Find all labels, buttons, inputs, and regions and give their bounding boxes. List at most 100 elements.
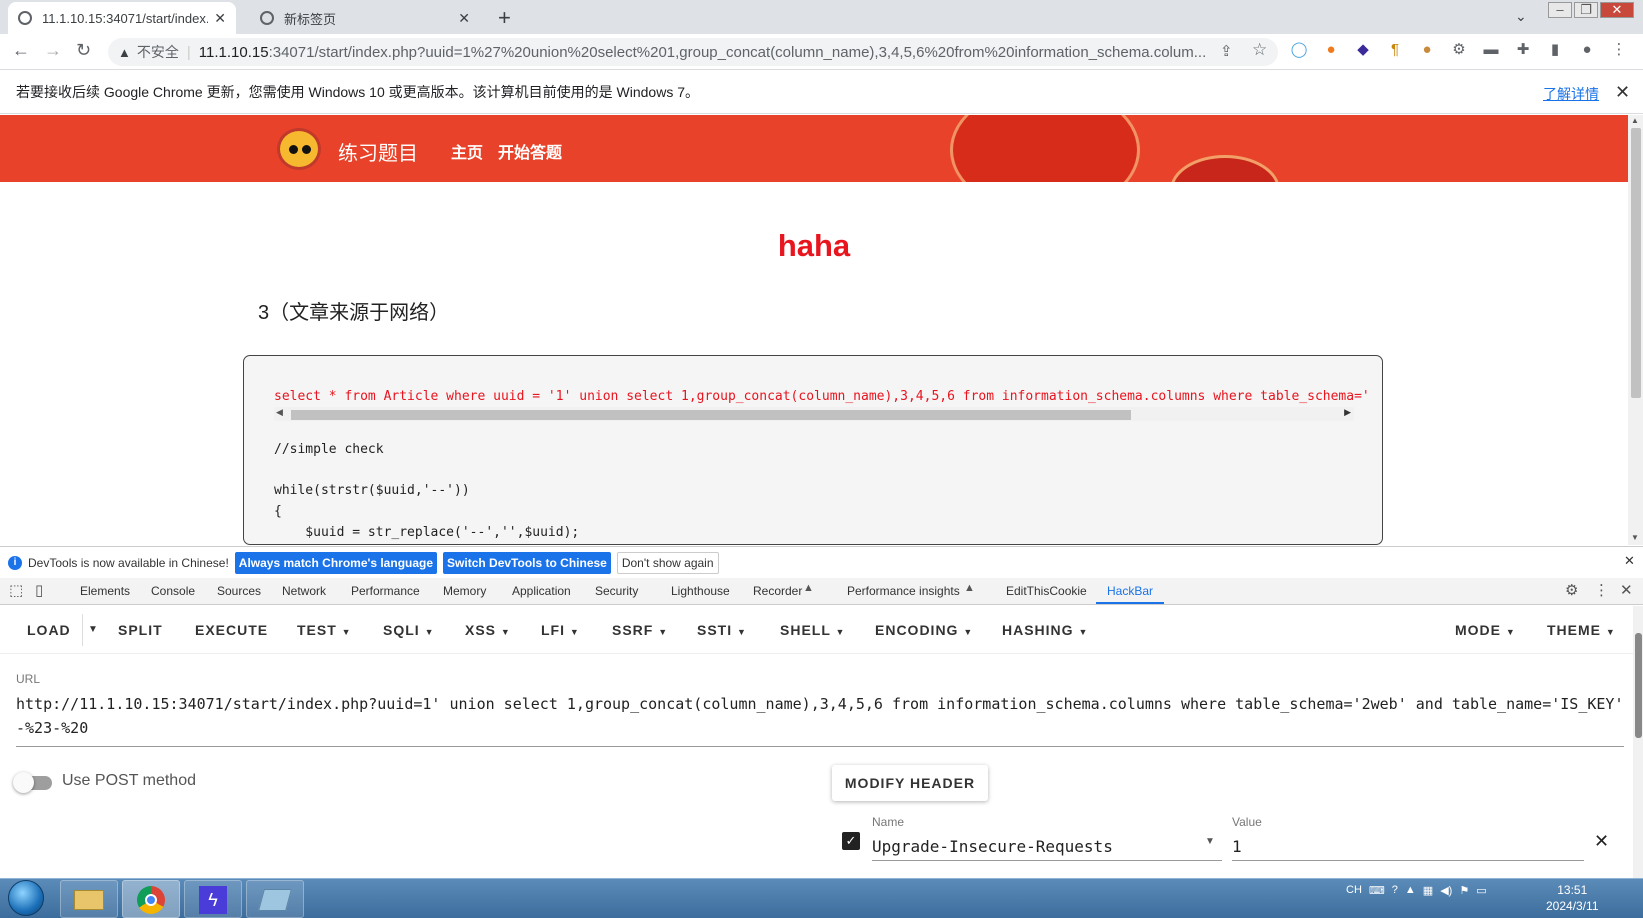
- restore-button[interactable]: ❐: [1574, 2, 1598, 18]
- cookie-extension-icon[interactable]: ●: [1418, 40, 1436, 58]
- dont-show-again-button[interactable]: Don't show again: [616, 551, 719, 574]
- nav-home-link[interactable]: 主页: [451, 139, 483, 163]
- shell-menu[interactable]: SHELL ▼: [780, 622, 845, 638]
- ssrf-menu[interactable]: SSRF ▼: [612, 622, 668, 638]
- devtools-close-icon[interactable]: ✕: [1620, 581, 1633, 599]
- keyboard-icon[interactable]: ⌨: [1369, 884, 1385, 897]
- tab-close-icon[interactable]: ✕: [458, 10, 470, 27]
- split-button[interactable]: SPLIT: [118, 622, 163, 638]
- devtools-scrollbar-thumb[interactable]: [1635, 633, 1642, 738]
- minimize-button[interactable]: –: [1548, 2, 1572, 18]
- back-arrow-icon[interactable]: ←: [12, 40, 30, 61]
- page-scrollbar-thumb[interactable]: [1631, 128, 1641, 398]
- hat-extension-icon[interactable]: ▬: [1482, 40, 1500, 58]
- menu-kebab-icon[interactable]: ⋮: [1610, 40, 1628, 58]
- start-button[interactable]: [8, 880, 44, 916]
- gear-extension-icon[interactable]: ⚙: [1450, 40, 1468, 58]
- network-icon[interactable]: ▦: [1423, 884, 1433, 897]
- switch-to-chinese-button[interactable]: Switch DevTools to Chinese: [443, 551, 611, 574]
- devtools-settings-gear-icon[interactable]: ⚙: [1565, 581, 1578, 599]
- theme-menu[interactable]: THEME ▼: [1547, 622, 1616, 638]
- bookmark-star-icon[interactable]: ☆: [1252, 40, 1267, 60]
- tab-memory[interactable]: Memory: [443, 584, 486, 598]
- taskbar-clock[interactable]: 13:51 2024/3/11: [1546, 882, 1599, 914]
- mode-menu[interactable]: MODE ▼: [1455, 622, 1516, 638]
- reload-icon[interactable]: ↻: [76, 40, 91, 61]
- hashing-menu[interactable]: HASHING ▼: [1002, 622, 1088, 638]
- xss-menu[interactable]: XSS ▼: [465, 622, 511, 638]
- tab-application[interactable]: Application: [512, 584, 571, 598]
- security-alert-icon[interactable]: ⚑: [1459, 884, 1469, 897]
- tab-console[interactable]: Console: [151, 584, 195, 598]
- always-match-language-button[interactable]: Always match Chrome's language: [234, 551, 438, 574]
- close-window-button[interactable]: ✕: [1600, 2, 1634, 18]
- circle-extension-icon[interactable]: ◯: [1290, 40, 1308, 58]
- url-textarea[interactable]: http://11.1.10.15:34071/start/index.php?…: [16, 692, 1624, 747]
- encoding-menu[interactable]: ENCODING ▼: [875, 622, 973, 638]
- hackbar-extension-icon[interactable]: ◆: [1354, 40, 1372, 58]
- pilcrow-extension-icon[interactable]: ¶: [1386, 40, 1404, 58]
- tab-performance-insights[interactable]: Performance insights: [847, 584, 960, 598]
- scrollbar-thumb[interactable]: [291, 410, 1131, 420]
- device-toolbar-icon[interactable]: ▯: [35, 581, 43, 599]
- load-dropdown-arrow-icon[interactable]: ▼: [88, 624, 99, 635]
- scroll-down-arrow-icon[interactable]: ▼: [1631, 533, 1639, 542]
- scroll-right-arrow-icon[interactable]: ▶: [1344, 407, 1351, 418]
- tab-elements[interactable]: Elements: [80, 584, 130, 598]
- code-horizontal-scrollbar[interactable]: ◀ ▶: [274, 407, 1354, 421]
- inspect-element-icon[interactable]: ⬚: [9, 581, 23, 599]
- notebook-taskbar-icon[interactable]: [246, 880, 304, 918]
- tab-security[interactable]: Security: [595, 584, 638, 598]
- app-taskbar-icon[interactable]: ϟ: [184, 880, 242, 918]
- header-value-field[interactable]: 1: [1232, 837, 1584, 861]
- scroll-left-arrow-icon[interactable]: ◀: [276, 407, 283, 418]
- devtools-menu-kebab-icon[interactable]: ⋮: [1594, 581, 1609, 599]
- tab-close-icon[interactable]: ✕: [214, 10, 226, 27]
- nav-start-quiz-link[interactable]: 开始答题: [498, 139, 562, 163]
- devtools-tab-bar: Elements Console Sources Network Perform…: [0, 578, 1643, 605]
- language-indicator[interactable]: CH: [1346, 884, 1362, 897]
- volume-icon[interactable]: ◀): [1440, 884, 1452, 897]
- profile-avatar-icon[interactable]: ●: [1578, 40, 1596, 58]
- tab-search-icon[interactable]: ⌄: [1515, 8, 1527, 25]
- ssti-menu[interactable]: SSTI ▼: [697, 622, 747, 638]
- lfi-menu[interactable]: LFI ▼: [541, 622, 580, 638]
- browser-tab-newtab[interactable]: 新标签页 ✕: [250, 2, 480, 34]
- header-enabled-checkbox[interactable]: ✓: [842, 832, 860, 850]
- tab-lighthouse[interactable]: Lighthouse: [671, 584, 730, 598]
- remove-header-icon[interactable]: ✕: [1594, 831, 1609, 852]
- show-hidden-icons-icon[interactable]: ▲: [1405, 884, 1416, 897]
- extensions-bar: ◯ ● ◆ ¶ ● ⚙ ▬ ✚ ▮ ● ⋮: [1290, 40, 1628, 59]
- address-bar[interactable]: ▲ 不安全 | 11.1.10.15 :34071/start/index.ph…: [108, 38, 1278, 66]
- new-tab-button[interactable]: +: [498, 5, 511, 31]
- side-panel-icon[interactable]: ▮: [1546, 40, 1564, 58]
- tab-recorder[interactable]: Recorder: [753, 584, 802, 598]
- tab-editthiscookie[interactable]: EditThisCookie: [1006, 584, 1087, 598]
- tab-strip: [0, 0, 1643, 34]
- explorer-taskbar-icon[interactable]: [60, 880, 118, 918]
- notice-close-icon[interactable]: ✕: [1624, 553, 1635, 569]
- puzzle-icon[interactable]: ✚: [1514, 40, 1532, 58]
- load-button[interactable]: LOAD: [27, 622, 71, 638]
- tab-network[interactable]: Network: [282, 584, 326, 598]
- share-icon[interactable]: ⇪: [1220, 42, 1233, 60]
- infobar-close-icon[interactable]: ✕: [1615, 82, 1630, 103]
- sqli-menu[interactable]: SQLI ▼: [383, 622, 434, 638]
- tab-sources[interactable]: Sources: [217, 584, 261, 598]
- execute-button[interactable]: EXECUTE: [195, 622, 268, 638]
- test-menu[interactable]: TEST ▼: [297, 622, 352, 638]
- help-icon[interactable]: ?: [1392, 884, 1398, 897]
- toggle-knob[interactable]: [13, 772, 34, 793]
- scroll-up-arrow-icon[interactable]: ▲: [1631, 116, 1639, 125]
- browser-tab-active[interactable]: 11.1.10.15:34071/start/index.p ✕: [8, 2, 236, 34]
- orange-extension-icon[interactable]: ●: [1322, 40, 1340, 58]
- header-name-dropdown-icon[interactable]: ▼: [1205, 836, 1215, 847]
- header-name-field[interactable]: Upgrade-Insecure-Requests: [872, 837, 1222, 861]
- tab-performance[interactable]: Performance: [351, 584, 420, 598]
- display-icon[interactable]: ▭: [1476, 884, 1486, 897]
- forward-arrow-icon[interactable]: →: [44, 40, 62, 61]
- modify-header-button[interactable]: MODIFY HEADER: [832, 765, 988, 801]
- chrome-taskbar-icon[interactable]: [122, 880, 180, 918]
- learn-more-link[interactable]: 了解详情: [1543, 84, 1599, 104]
- tab-hackbar[interactable]: HackBar: [1107, 584, 1153, 598]
